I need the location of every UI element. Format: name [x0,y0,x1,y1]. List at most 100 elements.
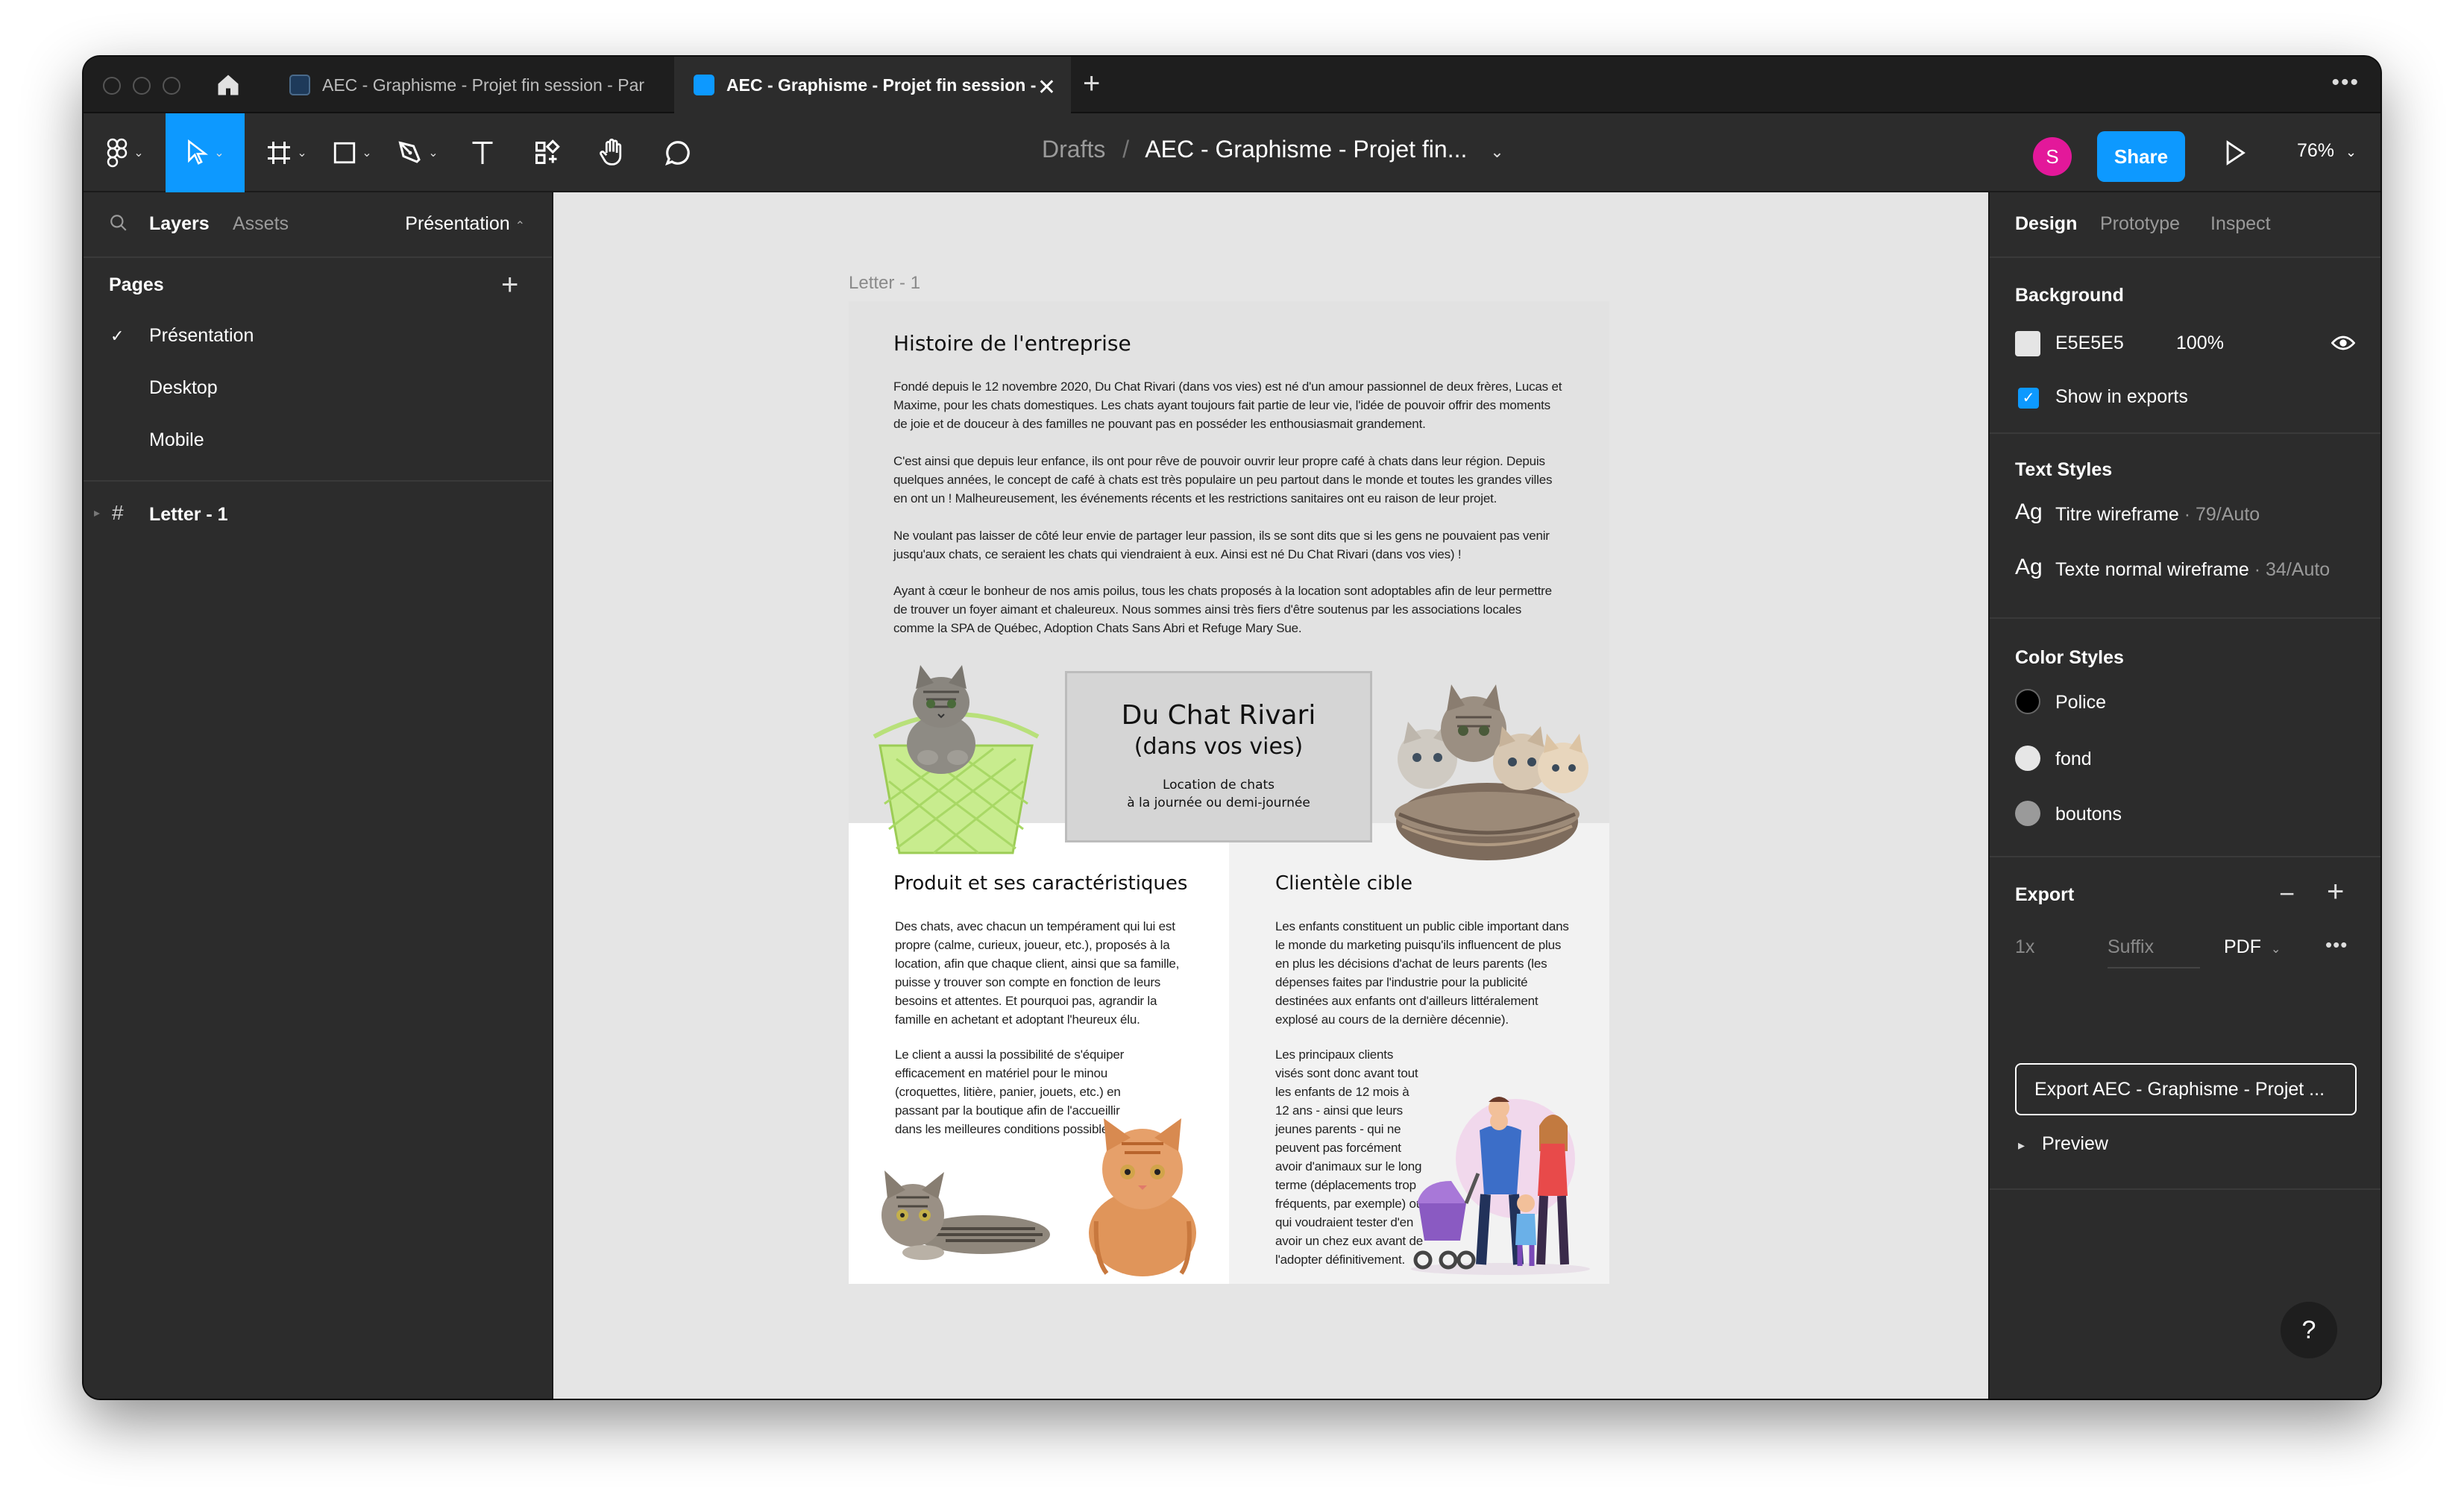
color-style-boutons[interactable]: boutons [2015,799,2358,829]
avatar[interactable]: S [2033,137,2072,176]
color-style-name: fond [2055,749,2092,769]
move-tool-button[interactable]: ⌄ [166,113,245,192]
eye-icon[interactable] [2331,333,2356,357]
tab-prototype[interactable]: Prototype [2100,213,2180,235]
pen-tool-button[interactable]: ⌄ [388,113,447,192]
page-selector[interactable]: Présentation ⌃ [405,213,525,235]
histoire-paragraph-1: Fondé depuis le 12 novembre 2020, Du Cha… [893,379,1562,431]
hand-icon [600,138,622,166]
more-icon[interactable]: ••• [2331,70,2360,95]
zoom-menu[interactable]: 76% ⌄ [2297,140,2357,162]
tab-file-1[interactable]: AEC - Graphisme - Projet fin session - P… [270,57,673,113]
export-settings-icon[interactable]: ••• [2325,933,2348,957]
present-button[interactable] [2224,140,2246,169]
tab-design[interactable]: Design [2015,213,2077,235]
frame-tool-button[interactable]: ⌄ [257,113,316,192]
shape-tool-button[interactable]: ⌄ [322,113,382,192]
file-icon [694,75,714,95]
divider [1990,617,2380,619]
minimize-window-button[interactable] [133,77,151,95]
clientele-paragraph-1: Les enfants constituent un public cible … [1275,919,1569,1027]
produit-paragraph-1: Des chats, avec chacun un tempérament qu… [895,919,1180,1027]
background-swatch[interactable] [2015,331,2040,356]
tab-file-2[interactable]: AEC - Graphisme - Projet fin session - I… [674,57,1071,113]
canvas[interactable]: Letter - 1 Histoire de l'entreprise Fond… [553,192,1988,1399]
histoire-paragraph-4: Ayant à cœur le bonheur de nos amis poil… [893,584,1552,635]
tab-layers[interactable]: Layers [149,213,210,235]
layer-row-letter-1[interactable]: ▸ # Letter - 1 [84,501,552,532]
search-icon[interactable] [109,213,128,236]
histoire-paragraph-2: C'est ainsi que depuis leur enfance, ils… [893,454,1553,505]
color-swatch [2015,746,2040,771]
export-scale-input[interactable]: 1x [2015,936,2034,958]
hand-tool-button[interactable] [586,113,638,192]
export-format-select[interactable]: PDF ⌄ [2224,936,2281,958]
show-in-exports-checkbox[interactable]: ✓ [2018,388,2039,409]
color-swatch [2015,801,2040,826]
remove-export-icon[interactable]: − [2279,878,2295,910]
text-style-texte[interactable]: Ag Texte normal wireframe · 34/Auto [2015,555,2358,585]
color-style-fond[interactable]: fond [2015,744,2358,774]
right-panel: Design Prototype Inspect Background E5E5… [1988,192,2380,1399]
tab-inspect[interactable]: Inspect [2210,213,2271,235]
background-opacity-input[interactable]: 100% [2176,333,2224,354]
left-panel-tabs: Layers Assets Présentation ⌃ [84,192,552,258]
new-tab-icon[interactable]: + [1083,67,1100,101]
toolbar: ⌄ ⌄ ⌄ ⌄ ⌄ Drafts / AEC - Graphisme - Pro… [84,113,2380,192]
chevron-down-icon: ⌄ [428,147,439,160]
breadcrumb-drafts[interactable]: Drafts [1042,136,1105,163]
close-tab-icon[interactable]: ✕ [1037,75,1056,101]
frame-label[interactable]: Letter - 1 [849,273,920,294]
caret-right-icon[interactable]: ▸ [94,505,100,520]
text-tool-button[interactable] [456,113,509,192]
help-button[interactable]: ? [2281,1302,2337,1358]
clientele-title: Clientèle cible [1275,872,1412,895]
chevron-down-icon: ⌄ [297,147,307,160]
background-hex-input[interactable]: E5E5E5 [2055,333,2124,354]
color-swatch [2015,689,2040,714]
text-style-titre[interactable]: Ag Titre wireframe · 79/Auto [2015,500,2358,529]
components-icon [535,139,560,164]
frame-letter-1[interactable]: Histoire de l'entreprise Fondé depuis le… [849,301,1609,1284]
export-suffix-input[interactable]: Suffix [2108,936,2200,968]
file-name[interactable]: AEC - Graphisme - Projet fin... [1145,136,1467,163]
chevron-down-icon: ⌄ [2345,145,2357,160]
export-format-value: PDF [2224,936,2261,957]
pages-heading: Pages [109,274,164,295]
tab-label: AEC - Graphisme - Projet fin session - P… [322,75,645,95]
divider [84,480,552,482]
add-export-icon[interactable]: + [2327,875,2344,909]
logo-box: Du Chat Rivari (dans vos vies) Location … [1065,671,1372,842]
chevron-down-icon[interactable]: ⌄ [1490,142,1503,161]
comment-tool-button[interactable] [652,113,704,192]
page-item-mobile[interactable]: Mobile [149,429,204,451]
play-icon [2226,140,2245,166]
resources-tool-button[interactable] [521,113,573,192]
frame-icon: # [112,501,124,524]
title-bar: AEC - Graphisme - Projet fin session - P… [84,57,2380,113]
color-style-name: Police [2055,692,2107,713]
background-heading: Background [2015,285,2124,306]
home-icon[interactable] [215,72,242,98]
page-item-desktop[interactable]: Desktop [149,377,218,399]
page-selector-label: Présentation [405,213,510,234]
tab-assets[interactable]: Assets [233,213,289,235]
zoom-window-button[interactable] [163,77,180,95]
orange-cat-image [1089,1118,1196,1276]
show-in-exports-label: Show in exports [2055,386,2188,407]
share-button[interactable]: Share [2097,131,2185,182]
caret-right-icon[interactable]: ▸ [2018,1138,2025,1153]
text-styles-heading: Text Styles [2015,459,2113,480]
file-icon [289,75,310,95]
close-window-button[interactable] [103,77,121,95]
preview-toggle[interactable]: Preview [2042,1133,2108,1155]
text-style-name: Titre wireframe · 79/Auto [2055,504,2260,525]
page-item-presentation[interactable]: Présentation [149,325,254,347]
export-button[interactable]: Export AEC - Graphisme - Projet ... [2015,1063,2357,1115]
add-page-icon[interactable]: + [501,270,518,300]
zoom-level: 76% [2297,140,2335,161]
color-style-police[interactable]: Police [2015,687,2358,717]
text-icon [472,142,493,164]
main-menu-button[interactable]: ⌄ [98,113,152,192]
kittens-in-basket-image [1395,684,1588,860]
